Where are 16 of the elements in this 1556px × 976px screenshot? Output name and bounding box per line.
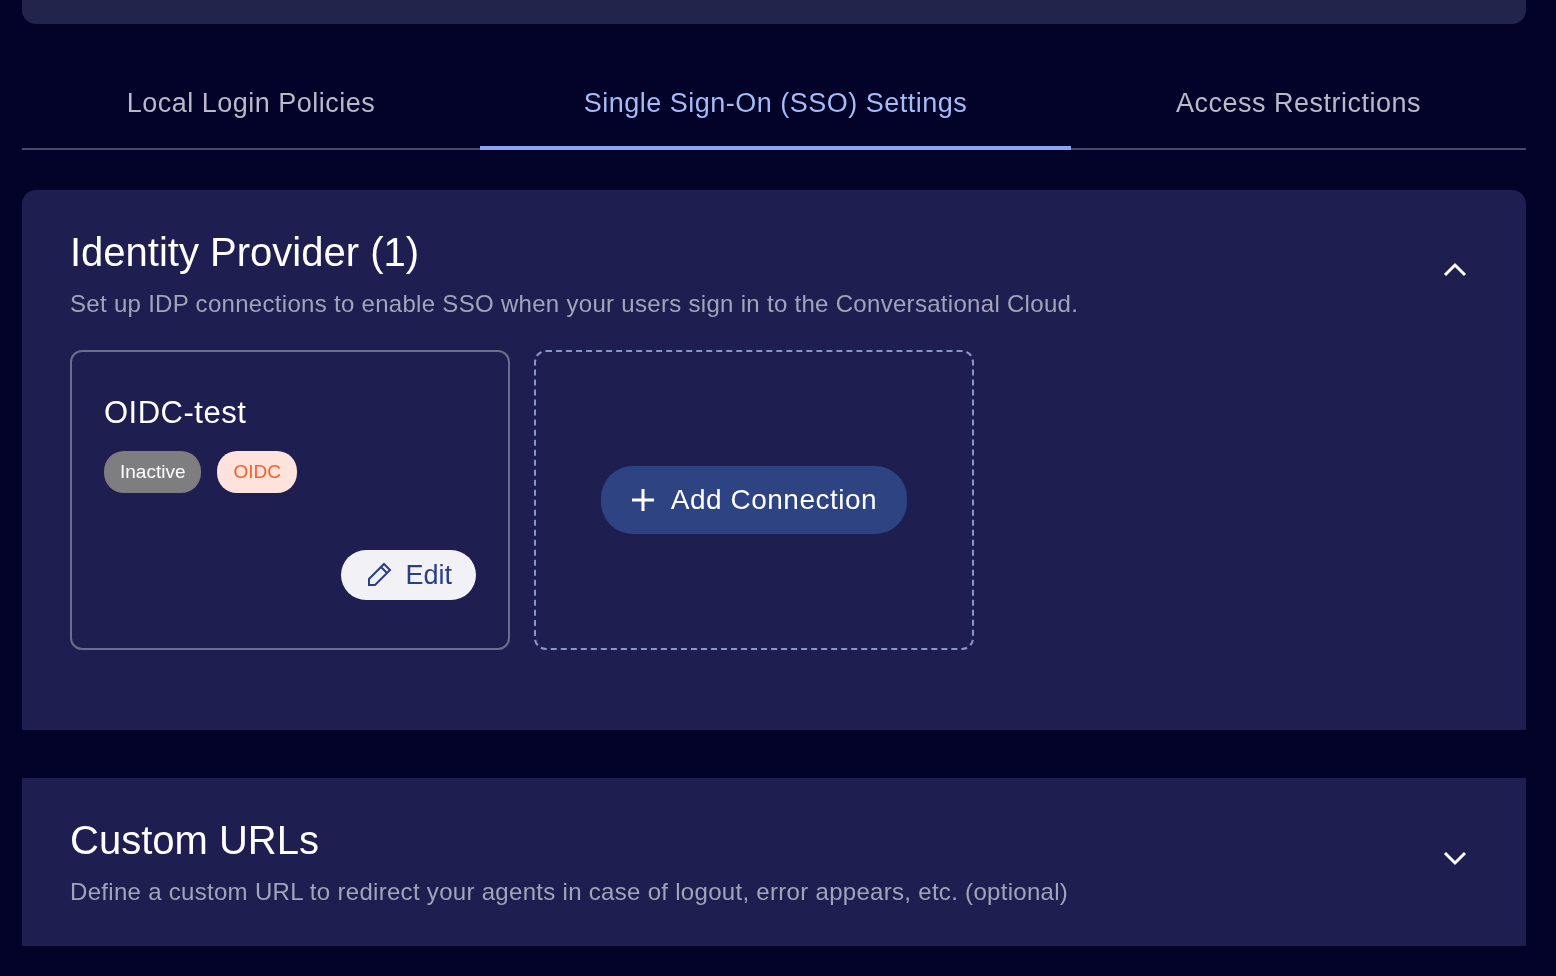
section-title: Identity Provider (1) (70, 229, 420, 276)
tab[interactable]: Local Login Policies (22, 60, 480, 150)
add-connection-button[interactable]: Add Connection (600, 466, 908, 534)
section-description: Set up IDP connections to enable SSO when your users sign in to the Conversational Cloud. (70, 289, 1080, 319)
tab[interactable]: Single Sign-On (SSO) Settings (480, 60, 1071, 150)
plus-icon (630, 488, 655, 512)
pencil-icon (365, 560, 394, 589)
protocol-badge: OIDC (217, 450, 297, 493)
tab[interactable]: Access Restrictions (1071, 60, 1526, 150)
section-description: Define a custom URL to redirect your agents in case of logout, error appears, etc. (optional) (70, 877, 1070, 907)
collapse-icon[interactable] (1442, 262, 1468, 278)
expand-icon[interactable] (1442, 850, 1468, 866)
section-title: Custom URLs (70, 817, 319, 864)
edit-button[interactable]: Edit (341, 549, 476, 600)
connection-name: OIDC-test (104, 394, 248, 432)
status-badge: Inactive (104, 450, 202, 493)
